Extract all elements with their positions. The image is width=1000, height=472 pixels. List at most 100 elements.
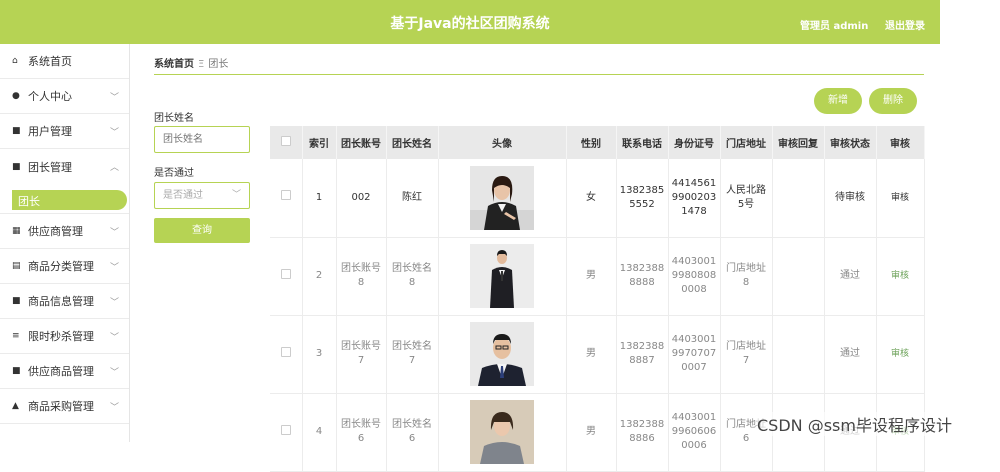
top-bar: 基于Java的社区团购系统 管理员 admin 退出登录 [0,0,940,44]
status-cell: 通过 [824,237,877,316]
column-header: 头像 [438,126,567,159]
address-cell: 门店地址7 [720,315,773,394]
chevron-up-icon: ︿ [109,163,119,173]
breadcrumb-divider [154,74,924,75]
column-header: 门店地址 [720,126,773,159]
table-row[interactable]: 1 002 陈红 女 13823855552 44145619900203147… [270,159,925,238]
row-select-cell[interactable] [270,315,303,394]
index-cell: 2 [302,237,337,316]
column-header: 联系电话 [616,126,669,159]
column-header: 团长姓名 [386,126,439,159]
sidebar-item-categories[interactable]: ▤ 商品分类管理 ﹀ [0,249,129,284]
chevron-down-icon: ﹀ [109,298,119,308]
gender-cell: 男 [566,393,617,472]
sidebar: ⌂ 系统首页 ● 个人中心 ﹀ ■ 用户管理 ﹀ ■ 团长管理 ︿ 团长 ▦ 供… [0,44,130,442]
logout-link[interactable]: 退出登录 [885,17,925,32]
sidebar-item-leaders[interactable]: ■ 团长管理 ︿ [0,149,129,184]
row-checkbox[interactable] [280,268,291,279]
sidebar-item-label: 供应商管理 [28,225,83,238]
column-header: 索引 [302,126,337,159]
sidebar-item-label: 商品信息管理 [28,295,94,308]
avatar-cell [438,237,567,316]
account-cell: 002 [336,159,387,238]
reply-cell [772,315,825,394]
address-cell: 门店地址8 [720,237,773,316]
reply-cell [772,159,825,238]
idcard-cell: 440300199707070007 [668,315,721,394]
table-row[interactable]: 2 团长账号8 团长姓名8 男 13823888888 440300199808… [270,237,925,316]
table-row[interactable]: 3 团长账号7 团长姓名7 男 13823888887 440300199707… [270,315,925,394]
gender-cell: 男 [566,237,617,316]
app-title: 基于Java的社区团购系统 [390,16,550,32]
table-header-row: 索引 团长账号 团长姓名 头像 性别 联系电话 身份证号 门店地址 审核回复 审… [270,126,925,159]
pass-select[interactable]: 是否通过 ﹀ [154,182,250,209]
admin-label: 管理员 admin [800,21,869,32]
row-checkbox[interactable] [280,346,291,357]
grid-icon: ■ [12,366,21,376]
chevron-down-icon: ﹀ [109,403,119,413]
leader-name-input[interactable] [154,126,250,153]
chevron-down-icon: ﹀ [109,93,119,103]
index-cell: 4 [302,393,337,472]
grid-icon: ■ [12,126,21,136]
sidebar-item-label: 团长管理 [28,160,72,174]
column-header: 性别 [566,126,617,159]
breadcrumb-current: 团长 [208,59,229,70]
phone-cell: 13823855552 [616,159,669,238]
review-link[interactable]: 审核 [876,159,925,238]
sidebar-subitem-label: 团长 [18,195,40,208]
select-all-cell[interactable] [270,126,303,159]
account-cell: 团长账号6 [336,393,387,472]
sidebar-subitem-leader[interactable]: 团长 [0,184,129,214]
name-cell: 团长姓名6 [386,393,439,472]
name-cell: 陈红 [386,159,439,238]
phone-cell: 13823888886 [616,393,669,472]
chevron-down-icon: ﹀ [109,228,119,238]
select-all-checkbox[interactable] [280,136,291,146]
pass-select-value: 是否通过 [163,190,203,201]
add-button[interactable]: 新增 [814,88,862,114]
phone-cell: 13823888888 [616,237,669,316]
name-label: 团长姓名 [154,113,194,124]
sidebar-item-flashsale[interactable]: ≡ 限时秒杀管理 ﹀ [0,319,129,354]
sidebar-item-home[interactable]: ⌂ 系统首页 [0,44,129,79]
column-header: 审核 [876,126,925,159]
avatar-image [470,400,534,464]
review-link[interactable]: 审核 [876,237,925,316]
query-button[interactable]: 查询 [154,218,250,243]
watermark: CSDN @ssm毕设程序设计 [757,412,952,436]
sidebar-item-label: 用户管理 [28,125,72,138]
grid-icon: ■ [12,161,21,172]
row-checkbox[interactable] [280,190,291,201]
sidebar-item-products[interactable]: ■ 商品信息管理 ﹀ [0,284,129,319]
avatar-image [470,322,534,386]
breadcrumb: 系统首页 Ξ 团长 [154,55,228,70]
chevron-down-icon: ﹀ [109,263,119,273]
sidebar-item-suppliers[interactable]: ▦ 供应商管理 ﹀ [0,214,129,249]
sidebar-item-supplier-goods[interactable]: ■ 供应商品管理 ﹀ [0,354,129,389]
clipboard-icon: ▤ [12,261,21,271]
account-cell: 团长账号8 [336,237,387,316]
row-select-cell[interactable] [270,159,303,238]
sidebar-item-label: 个人中心 [28,90,72,103]
address-cell: 人民北路5号 [720,159,773,238]
column-header: 团长账号 [336,126,387,159]
avatar-cell [438,315,567,394]
sidebar-item-profile[interactable]: ● 个人中心 ﹀ [0,79,129,114]
home-icon: ⌂ [12,56,18,66]
row-checkbox[interactable] [280,424,291,435]
chevron-down-icon: ﹀ [109,333,119,343]
delete-button[interactable]: 删除 [869,88,917,114]
row-select-cell[interactable] [270,393,303,472]
column-header: 审核回复 [772,126,825,159]
index-cell: 1 [302,159,337,238]
breadcrumb-separator: Ξ [198,59,205,70]
breadcrumb-home[interactable]: 系统首页 [154,59,194,70]
idcard-cell: 440300199606060006 [668,393,721,472]
grid-icon: ▦ [12,226,21,236]
review-link[interactable]: 审核 [876,315,925,394]
grid-icon: ■ [12,296,21,306]
row-select-cell[interactable] [270,237,303,316]
sidebar-item-users[interactable]: ■ 用户管理 ﹀ [0,114,129,149]
sidebar-item-purchases[interactable]: ▲ 商品采购管理 ﹀ [0,389,129,424]
